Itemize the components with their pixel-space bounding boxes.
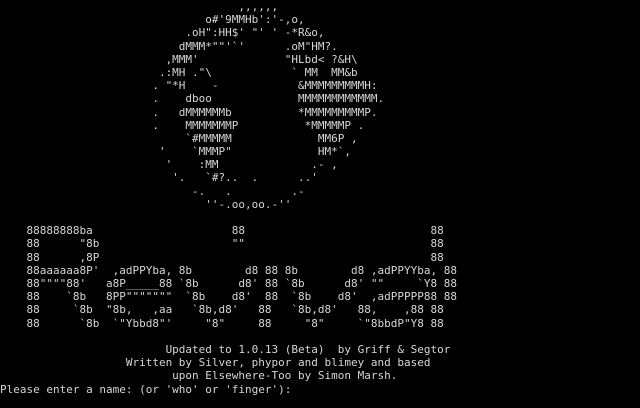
art-line: 88 "8b "" 88 [0, 237, 444, 251]
art-line: ''-.oo,oo.-'' [0, 197, 292, 211]
credits-line-2: Written by Silver, phypor and blimey and… [0, 356, 431, 370]
art-line: o#'9MMHb':'-,o, [0, 13, 305, 27]
terminal-screen: ,,,,,, o#'9MMHb':'-,o, .oH":HH$' "' ' -*… [0, 0, 640, 408]
art-line: 88888888ba 88 88 [0, 224, 444, 238]
name-input[interactable] [297, 383, 417, 397]
art-line: ' `MMMP" HM*`, [0, 145, 351, 159]
art-line: .oH":HH$' "' ' -*R&o, [0, 26, 325, 40]
art-line: 88""""88' a8P_____88 `8b d8' 88 `8b d8' … [0, 276, 457, 290]
art-line: 88 `8b 8PP""""""" `8b d8' 88 `8b d8' ,ad… [0, 290, 457, 304]
credits-line-3: upon Elsewhere-Too by Simon Marsh. [0, 369, 398, 383]
art-line: 88aaaaaa8P' ,adPPYba, 8b d8 88 8b d8 ,ad… [0, 263, 457, 277]
art-line: . MMMMMMMP *MMMMMP . [0, 118, 365, 132]
art-line: ,,,,,, [0, 0, 279, 13]
art-line: . dMMMMMMb *MMMMMMMMMP. [0, 105, 378, 119]
login-prompt-text: Please enter a name: (or 'who' or 'finge… [0, 383, 292, 396]
art-line: . dboo MMMMMMMMMMMM. [0, 92, 385, 106]
art-line: .:MH ."\ ` MM MM&b [0, 65, 358, 79]
art-line: 88 `8b "8b, ,aa `8b,d8' 88 `8b,d8' 88, ,… [0, 303, 444, 317]
art-line: '. `#?.. . ..' [0, 171, 318, 185]
credits-line-1: Updated to 1.0.13 (Beta) by Griff & Segt… [0, 342, 451, 356]
art-line: 88 ,8P 88 [0, 250, 444, 264]
art-line: ,MMM' "HLbd< ?&H\ [0, 52, 358, 66]
art-line: dMMM*""'`' .oM"HM?. [0, 39, 338, 53]
art-line [0, 330, 457, 343]
art-line: 88 `8b `"Ybbd8"' "8" 88 "8" `"8bbdP"Y8 8… [0, 316, 444, 330]
art-line: . "*H - &MMMMMMMMMH: [0, 79, 378, 93]
art-line [0, 211, 457, 224]
login-prompt-row[interactable]: Please enter a name: (or 'who' or 'finge… [0, 383, 417, 397]
art-line: -. . .- [0, 184, 305, 198]
art-line: `#MMMMM MM6P , [0, 131, 358, 145]
ascii-banner: ,,,,,, o#'9MMHb':'-,o, .oH":HH$' "' ' -*… [0, 0, 457, 383]
art-line: ' :MM .- , [0, 158, 338, 172]
